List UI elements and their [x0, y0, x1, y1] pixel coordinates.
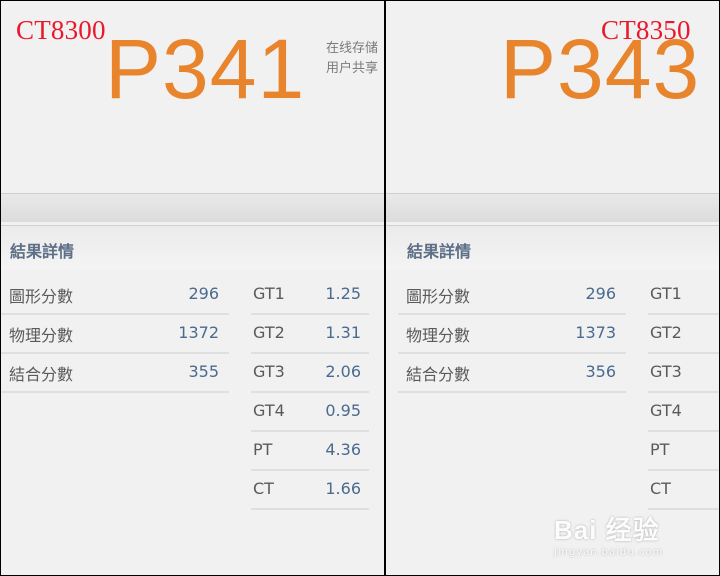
- summary-value: 1372: [178, 323, 219, 342]
- detail-row: CT: [648, 470, 719, 510]
- detail-row: PT 4.36: [251, 431, 369, 471]
- section-header: 結果詳情: [386, 225, 719, 270]
- detail-name: PT: [650, 440, 670, 459]
- watermark-logo: Bai 经验: [554, 515, 660, 545]
- summary-name: 圖形分數: [9, 287, 74, 306]
- summary-row: 物理分數 1372: [1, 314, 229, 354]
- summary-name: 物理分數: [9, 326, 74, 345]
- device-label: CT8350: [601, 15, 691, 45]
- header-band: [1, 193, 384, 222]
- left-result-panel: CT8300 P341 在线存储 用户共享 結果詳情 圖形分數 296 物理分數…: [1, 1, 384, 575]
- detail-name: GT3: [650, 362, 682, 381]
- summary-value: 1373: [575, 323, 616, 342]
- detail-name: GT3: [253, 362, 285, 381]
- detail-row: PT: [648, 431, 719, 471]
- header-band: [386, 193, 719, 222]
- section-header: 結果詳情: [1, 225, 384, 270]
- summary-row: 圖形分數 296: [398, 275, 626, 315]
- detail-value: 2.06: [325, 362, 361, 381]
- detail-row: GT4 0.95: [251, 392, 369, 432]
- detail-row: CT 1.66: [251, 470, 369, 510]
- detail-row: GT3: [648, 353, 719, 393]
- detail-value: 1.25: [325, 284, 361, 303]
- detail-name: PT: [253, 440, 273, 459]
- summary-name: 物理分數: [406, 326, 471, 345]
- detail-name: GT1: [253, 284, 285, 303]
- detail-name: CT: [253, 479, 274, 498]
- detail-name: GT4: [650, 401, 682, 420]
- detail-name: GT2: [253, 323, 285, 342]
- detail-value: 1.66: [325, 479, 361, 498]
- detail-value: 4.36: [325, 440, 361, 459]
- detail-value: 1.31: [325, 323, 361, 342]
- intro-line: 用户共享: [326, 61, 379, 76]
- watermark-url: jingyan.baidu.com: [554, 547, 664, 558]
- detail-row: GT2: [648, 314, 719, 354]
- summary-row: 結合分數 355: [1, 353, 229, 393]
- detail-name: CT: [650, 479, 671, 498]
- summary-row: 結合分數 356: [398, 353, 626, 393]
- detail-row: GT3 2.06: [251, 353, 369, 393]
- section-title: 結果詳情: [10, 242, 75, 261]
- detail-name: GT1: [650, 284, 682, 303]
- summary-name: 結合分數: [9, 365, 74, 384]
- summary-row: 圖形分數 296: [1, 275, 229, 315]
- baidu-jingyan-watermark: Bai 经验 jingyan.baidu.com: [554, 510, 663, 558]
- detail-name: GT4: [253, 401, 285, 420]
- intro-line: 在线存储: [326, 41, 379, 56]
- detail-row: GT4: [648, 392, 719, 432]
- intro-text: 在线存储 用户共享: [326, 39, 378, 79]
- summary-value: 356: [585, 362, 616, 381]
- detail-row: GT1: [648, 275, 719, 315]
- device-label: CT8300: [16, 15, 106, 45]
- summary-value: 296: [188, 284, 219, 303]
- detail-row: GT1 1.25: [251, 275, 369, 315]
- detail-name: GT2: [650, 323, 682, 342]
- summary-name: 結合分數: [406, 365, 471, 384]
- summary-value: 296: [585, 284, 616, 303]
- summary-name: 圖形分數: [406, 287, 471, 306]
- right-result-panel: P343 CT8350 結果詳情 圖形分數 296 物理分數 1373 結合分數…: [386, 1, 719, 575]
- overall-score: P341: [105, 22, 306, 116]
- section-title: 結果詳情: [407, 242, 472, 261]
- detail-row: GT2 1.31: [251, 314, 369, 354]
- summary-row: 物理分數 1373: [398, 314, 626, 354]
- detail-value: 0.95: [325, 401, 361, 420]
- summary-value: 355: [188, 362, 219, 381]
